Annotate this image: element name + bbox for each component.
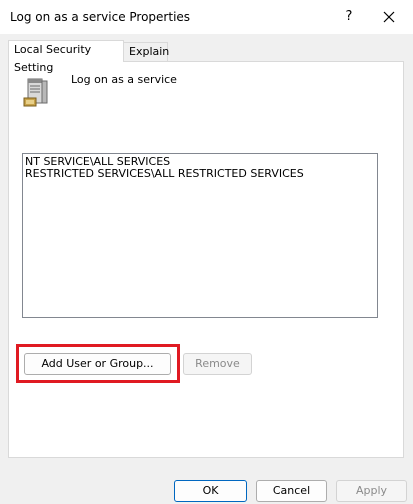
title-bar: Log on as a service Properties ? — [0, 0, 413, 34]
accounts-listbox[interactable]: NT SERVICE\ALL SERVICES RESTRICTED SERVI… — [22, 153, 378, 318]
help-button[interactable]: ? — [336, 4, 362, 30]
add-user-or-group-button[interactable]: Add User or Group... — [24, 353, 171, 375]
tab-explain[interactable]: Explain — [124, 42, 169, 62]
list-item[interactable]: RESTRICTED SERVICES\ALL RESTRICTED SERVI… — [25, 168, 375, 180]
window-title: Log on as a service Properties — [10, 10, 191, 24]
tab-panel: Log on as a service NT SERVICE\ALL SERVI… — [8, 61, 404, 458]
policy-title: Log on as a service — [71, 73, 177, 86]
remove-button[interactable]: Remove — [183, 353, 252, 375]
close-button[interactable] — [374, 4, 404, 30]
close-icon — [383, 11, 395, 23]
dialog-body: Local Security Setting Explain Log on as… — [0, 34, 413, 504]
apply-button[interactable]: Apply — [336, 480, 407, 502]
server-icon — [22, 72, 58, 108]
cancel-button[interactable]: Cancel — [256, 480, 327, 502]
dialog-footer: OK Cancel Apply — [0, 470, 413, 504]
ok-button[interactable]: OK — [174, 480, 247, 502]
tab-local-security-setting[interactable]: Local Security Setting — [8, 40, 124, 74]
